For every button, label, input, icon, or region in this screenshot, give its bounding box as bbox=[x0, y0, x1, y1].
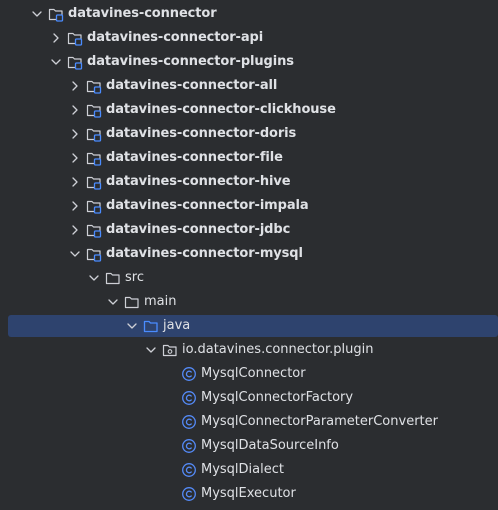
tree-node-label: datavines-connector-hive bbox=[106, 174, 291, 189]
tree-node-label: datavines-connector-impala bbox=[106, 198, 309, 213]
tree-node[interactable]: datavines-connector-all bbox=[0, 74, 498, 98]
tree-node-label: datavines-connector-jdbc bbox=[106, 222, 291, 237]
chevron-down-icon[interactable] bbox=[87, 266, 101, 290]
tree-node-label: datavines-connector-file bbox=[106, 150, 283, 165]
tree-node-label: MysqlConnectorParameterConverter bbox=[201, 414, 438, 429]
module-folder-icon bbox=[86, 98, 102, 122]
tree-node-label: MysqlDataSourceInfo bbox=[201, 438, 339, 453]
tree-node-label: MysqlDialect bbox=[201, 462, 284, 477]
chevron-right-icon[interactable] bbox=[49, 26, 63, 50]
chevron-down-icon[interactable] bbox=[30, 2, 44, 26]
tree-node[interactable]: datavines-connector-file bbox=[0, 146, 498, 170]
tree-node-label: datavines-connector-all bbox=[106, 78, 278, 93]
tree-node[interactable]: io.datavines.connector.plugin bbox=[0, 338, 498, 362]
chevron-down-icon[interactable] bbox=[125, 314, 139, 338]
tree-node-label: MysqlExecutor bbox=[201, 486, 296, 501]
chevron-right-icon[interactable] bbox=[68, 218, 82, 242]
tree-node[interactable]: datavines-connector-hive bbox=[0, 170, 498, 194]
module-folder-icon bbox=[86, 218, 102, 242]
tree-node[interactable]: java bbox=[0, 314, 498, 338]
tree-node[interactable]: main bbox=[0, 290, 498, 314]
folder-icon bbox=[105, 266, 121, 290]
tree-node-label: main bbox=[144, 294, 177, 309]
class-icon bbox=[181, 410, 197, 434]
chevron-right-icon[interactable] bbox=[68, 122, 82, 146]
module-folder-icon bbox=[86, 74, 102, 98]
tree-node[interactable]: datavines-connector bbox=[0, 2, 498, 26]
module-folder-icon bbox=[86, 194, 102, 218]
tree-node[interactable]: MysqlDataSourceInfo bbox=[0, 434, 498, 458]
tree-node[interactable]: MysqlConnectorFactory bbox=[0, 386, 498, 410]
module-folder-icon bbox=[86, 122, 102, 146]
class-icon bbox=[181, 386, 197, 410]
module-folder-icon bbox=[67, 26, 83, 50]
module-folder-icon bbox=[86, 242, 102, 266]
tree-node-label: datavines-connector-api bbox=[87, 30, 264, 45]
tree-node[interactable]: MysqlDialect bbox=[0, 458, 498, 482]
tree-node[interactable]: MysqlConnectorParameterConverter bbox=[0, 410, 498, 434]
class-icon bbox=[181, 458, 197, 482]
tree-node[interactable]: MysqlExecutor bbox=[0, 482, 498, 506]
module-folder-icon bbox=[67, 50, 83, 74]
package-icon bbox=[162, 338, 178, 362]
source-root-icon bbox=[143, 314, 159, 338]
tree-node-label: java bbox=[163, 318, 191, 333]
tree-node[interactable]: datavines-connector-impala bbox=[0, 194, 498, 218]
chevron-right-icon[interactable] bbox=[68, 170, 82, 194]
chevron-right-icon[interactable] bbox=[68, 146, 82, 170]
project-tree: datavines-connector datavines-connector-a… bbox=[0, 0, 498, 510]
module-folder-icon bbox=[86, 170, 102, 194]
class-icon bbox=[181, 362, 197, 386]
tree-node-label: io.datavines.connector.plugin bbox=[182, 342, 374, 357]
module-folder-icon bbox=[86, 146, 102, 170]
tree-node-label: src bbox=[125, 270, 144, 285]
tree-node[interactable]: datavines-connector-mysql bbox=[0, 242, 498, 266]
tree-node-label: datavines-connector bbox=[68, 6, 217, 21]
tree-node-label: MysqlConnector bbox=[201, 366, 306, 381]
tree-node-label: datavines-connector-plugins bbox=[87, 54, 294, 69]
tree-node[interactable]: datavines-connector-clickhouse bbox=[0, 98, 498, 122]
tree-node[interactable]: datavines-connector-api bbox=[0, 26, 498, 50]
class-icon bbox=[181, 482, 197, 506]
chevron-right-icon[interactable] bbox=[68, 98, 82, 122]
class-icon bbox=[181, 434, 197, 458]
tree-node-label: datavines-connector-doris bbox=[106, 126, 297, 141]
module-folder-icon bbox=[48, 2, 64, 26]
chevron-right-icon[interactable] bbox=[68, 194, 82, 218]
tree-node-label: datavines-connector-mysql bbox=[106, 246, 303, 261]
tree-node[interactable]: datavines-connector-jdbc bbox=[0, 218, 498, 242]
tree-node[interactable]: datavines-connector-doris bbox=[0, 122, 498, 146]
tree-node-label: datavines-connector-clickhouse bbox=[106, 102, 336, 117]
chevron-down-icon[interactable] bbox=[106, 290, 120, 314]
tree-node[interactable]: datavines-connector-plugins bbox=[0, 50, 498, 74]
tree-node[interactable]: MysqlConnector bbox=[0, 362, 498, 386]
chevron-down-icon[interactable] bbox=[144, 338, 158, 362]
chevron-down-icon[interactable] bbox=[68, 242, 82, 266]
tree-node-label: MysqlConnectorFactory bbox=[201, 390, 354, 405]
folder-icon bbox=[124, 290, 140, 314]
tree-node[interactable]: src bbox=[0, 266, 498, 290]
chevron-right-icon[interactable] bbox=[68, 74, 82, 98]
chevron-down-icon[interactable] bbox=[49, 50, 63, 74]
